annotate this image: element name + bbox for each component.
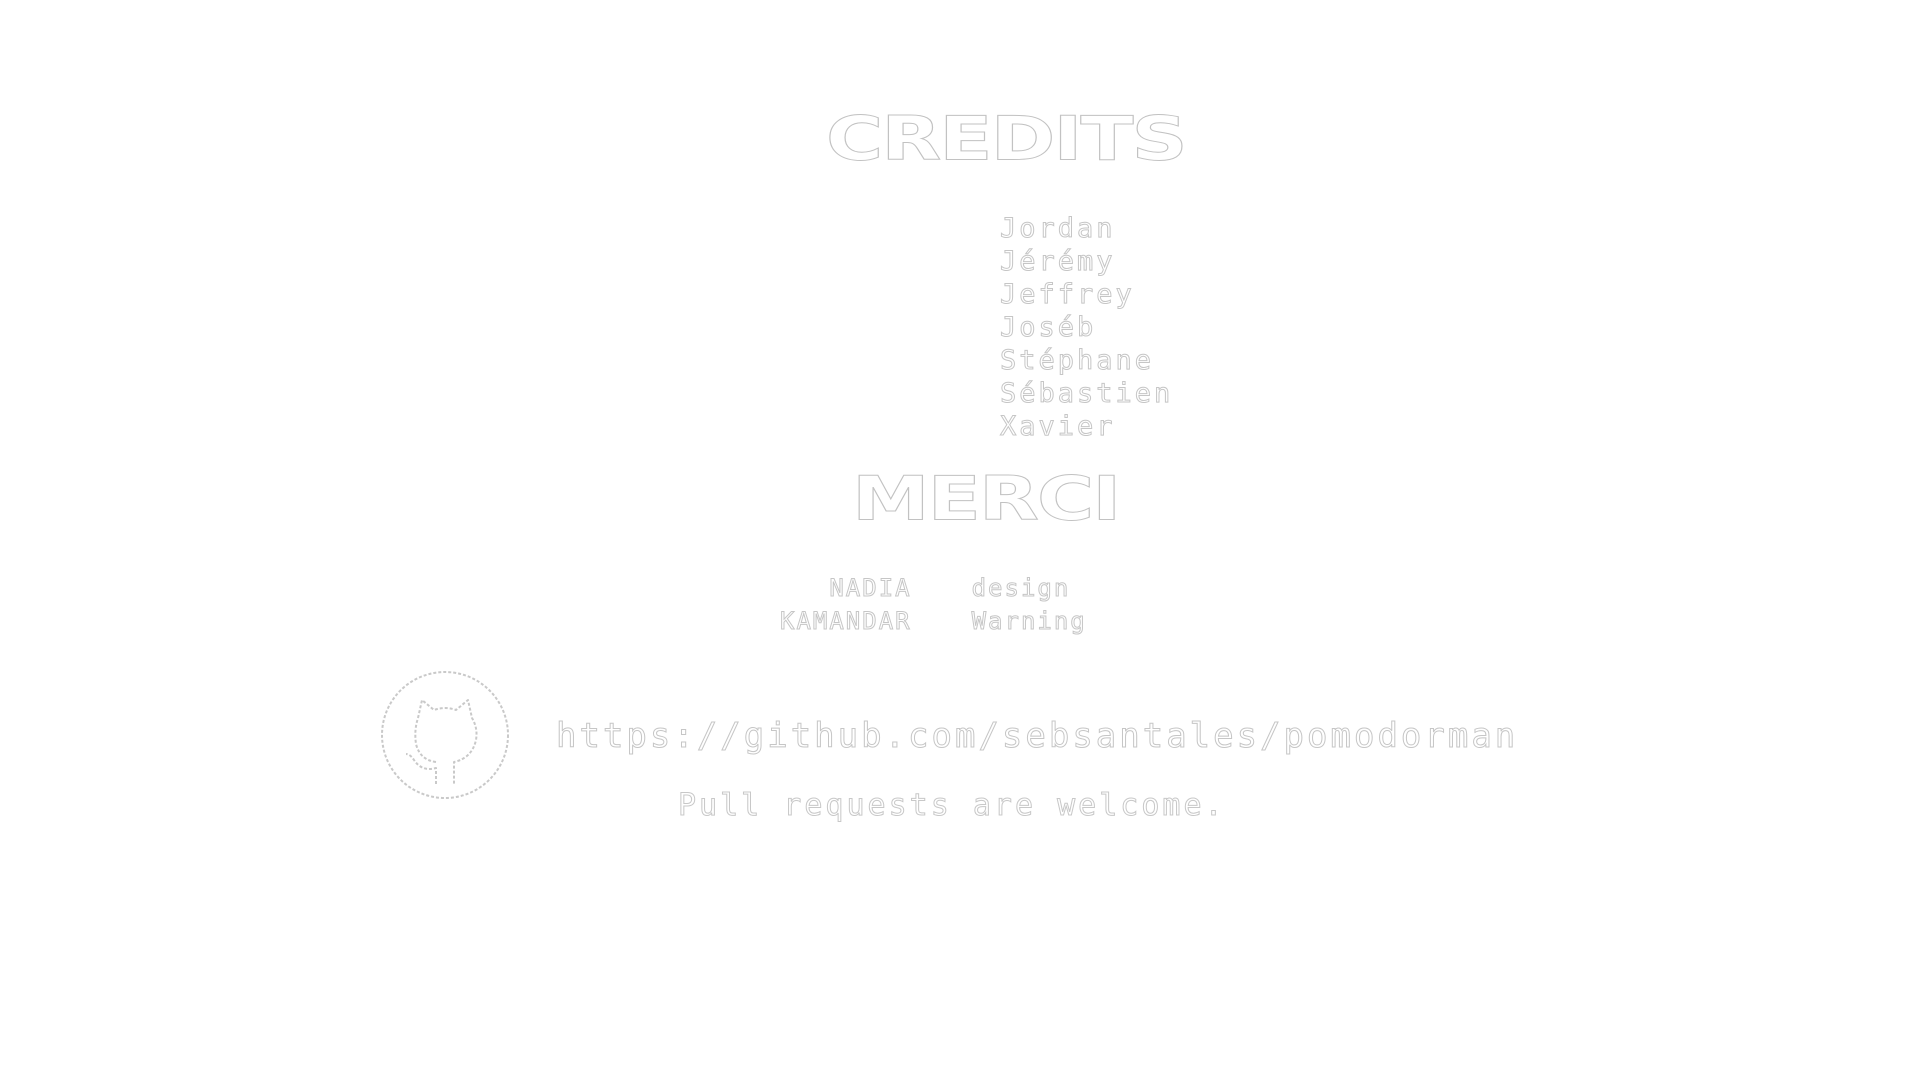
credit-name: Joséb [999, 312, 1097, 344]
thanks-heading: MERCI [851, 464, 1121, 535]
thanks-row: KAMANDAR Warning [780, 605, 1087, 638]
thanks-row: NADIA design [780, 572, 1087, 605]
credits-screen: CREDITS Jordan Jérémy Jeffrey Joséb Stép… [0, 0, 1920, 1080]
thanks-table: NADIA design KAMANDAR Warning [780, 572, 1087, 638]
credit-name: Jérémy [999, 246, 1116, 278]
credits-list: Jordan Jérémy Jeffrey Joséb Stéphane Séb… [999, 212, 1174, 443]
credit-name: Sébastien [999, 378, 1174, 410]
thanks-person: NADIA [829, 574, 912, 603]
thanks-role: Warning [971, 607, 1087, 636]
github-icon[interactable] [378, 668, 512, 802]
credit-name: Stéphane [999, 345, 1155, 377]
thanks-person: KAMANDAR [780, 607, 912, 636]
repo-link[interactable]: https://github.com/sebsantales/pomodorma… [555, 716, 1518, 757]
thanks-role: design [971, 574, 1071, 603]
credit-name: Jordan [999, 213, 1116, 245]
pull-requests-note: Pull requests are welcome. [678, 788, 1226, 824]
credits-heading: CREDITS [825, 104, 1188, 175]
credit-name: Jeffrey [999, 279, 1135, 311]
credit-name: Xavier [999, 411, 1116, 443]
